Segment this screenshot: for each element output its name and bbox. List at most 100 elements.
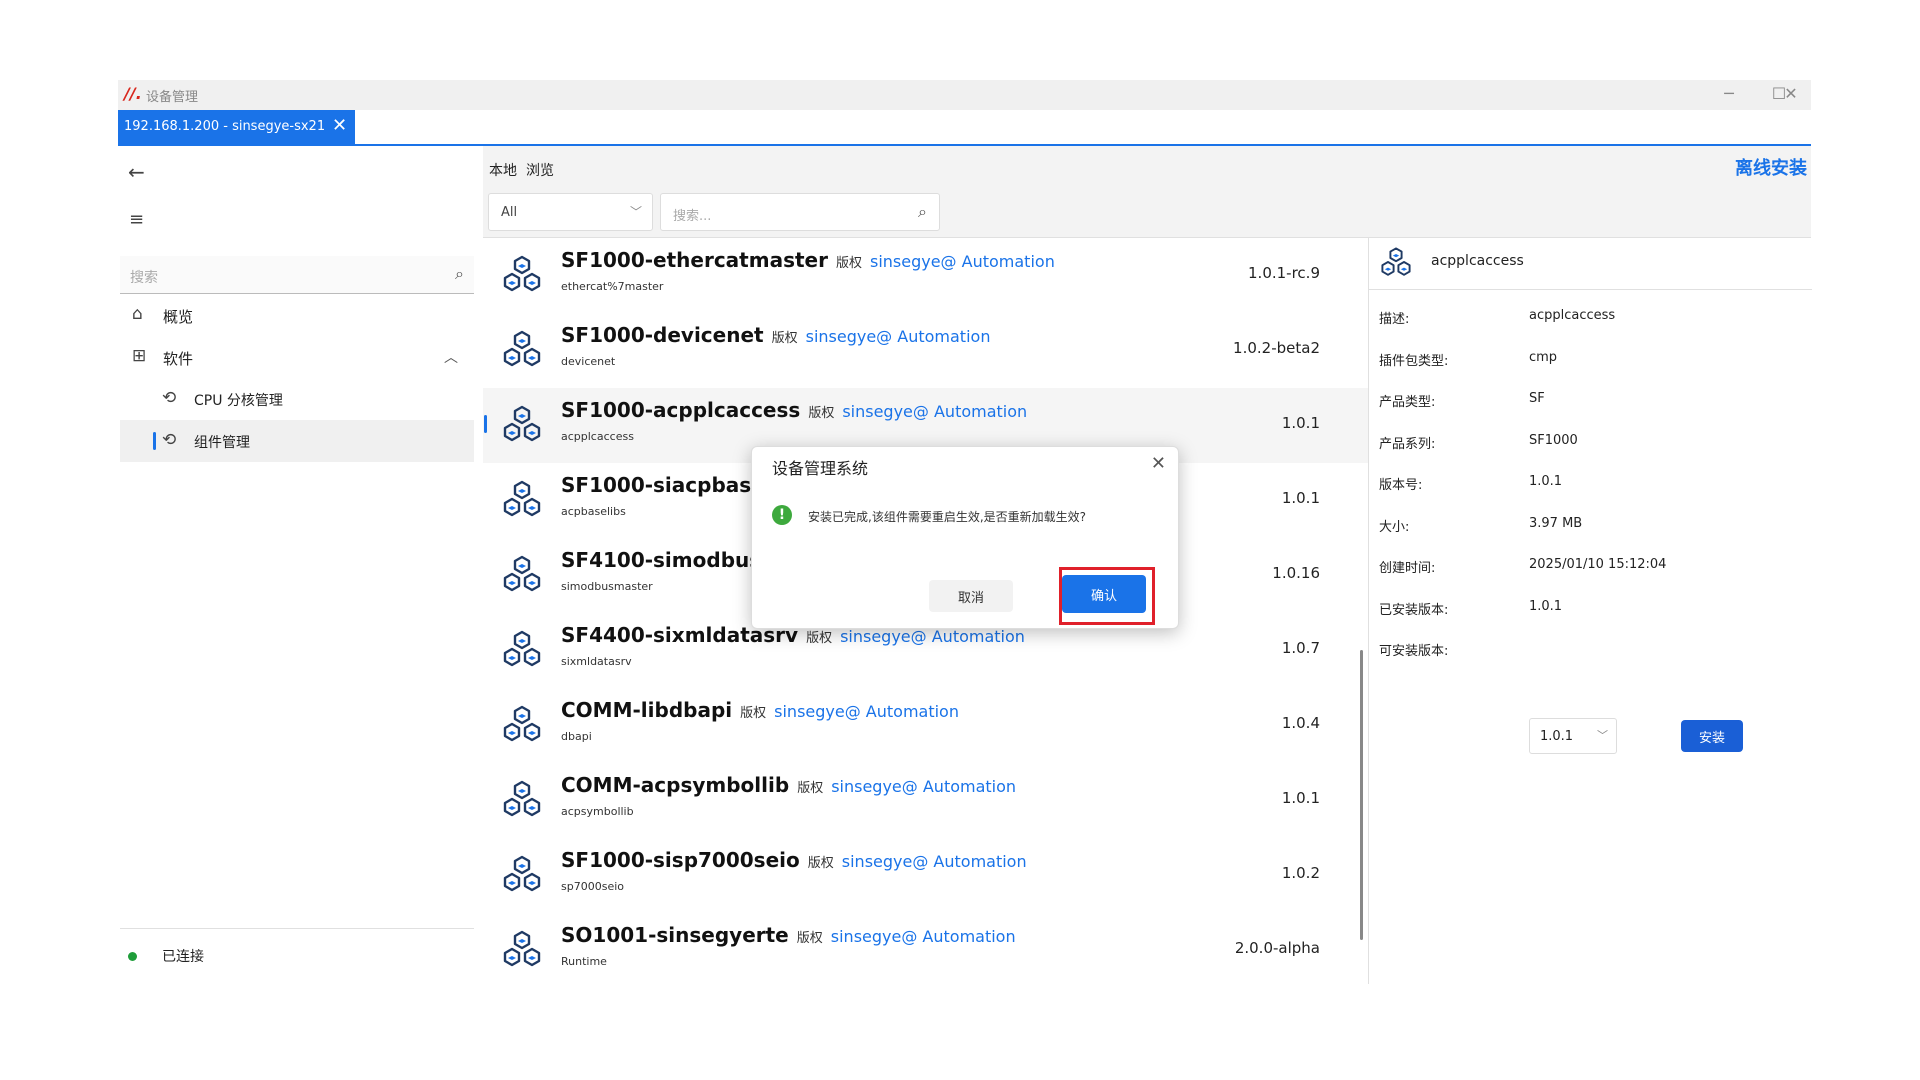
package-search-input[interactable]: 搜索... ⌕ (660, 193, 940, 231)
license-label: 版权 (806, 631, 833, 646)
license-label: 版权 (835, 256, 862, 271)
back-arrow-icon[interactable]: ← (128, 160, 145, 184)
license-label: 版权 (740, 706, 767, 721)
detail-field-key: 创建时间: (1379, 561, 1436, 576)
package-name-text: COMM-libdbapi (561, 698, 733, 722)
package-name-text: SO1001-sinsegyerte (561, 923, 789, 947)
brand-logo-icon: //. (124, 84, 142, 103)
detail-field-value: 1.0.1 (1529, 474, 1563, 489)
detail-panel: acpplcaccess 描述: acpplcaccess 插件包类型: cmp 产品类… (1368, 238, 1812, 984)
tab-browse[interactable]: 浏览 (526, 160, 554, 180)
hamburger-menu-icon[interactable]: ≡ (129, 209, 144, 230)
detail-field: 产品类型: SF (1379, 391, 1799, 415)
package-subtitle: acpplcaccess (561, 430, 634, 443)
search-icon[interactable]: ⌕ (455, 264, 464, 284)
minimize-icon[interactable]: ─ (1719, 84, 1739, 103)
detail-field-value: 1.0.1 (1529, 598, 1563, 614)
vendor-link[interactable]: sinsegye@ Automation (831, 777, 1016, 796)
vendor-link[interactable]: sinsegye@ Automation (870, 252, 1055, 271)
tab-local[interactable]: 本地 (489, 160, 517, 180)
sidebar-item-label: 组件管理 (194, 435, 250, 451)
package-icon (503, 705, 541, 742)
package-name: COMM-libdbapi 版权 sinsegye@ Automation (561, 698, 959, 722)
detail-field-value: cmp (1529, 349, 1558, 365)
detail-field-key: 已安装版本: (1379, 602, 1449, 618)
sidebar: ← ≡ 搜索 ⌕ ⌂ 概览 ⊞ 软件 ︿ ⟲ CPU 分核管理 ⟲ 组件管理 已… (118, 146, 476, 984)
detail-field: 描述: acpplcaccess (1379, 308, 1799, 332)
offline-install-link[interactable]: 离线安装 (1735, 154, 1807, 180)
detail-field: 已安装版本: 1.0.1 (1379, 599, 1799, 623)
component-icon: ⟲ (162, 430, 177, 450)
sidebar-item-label: 软件 (163, 350, 194, 368)
sidebar-search-placeholder: 搜索 (130, 270, 158, 286)
package-row[interactable]: SF1000-devicenet 版权 sinsegye@ Automation de… (483, 313, 1373, 388)
detail-field-key: 描述: (1379, 312, 1410, 327)
close-icon[interactable]: ✕ (1151, 453, 1166, 474)
sidebar-item-cpu-core[interactable]: ⟲ CPU 分核管理 (120, 378, 474, 420)
package-subtitle: Runtime (561, 955, 607, 968)
detail-field: 大小: 3.97 MB (1379, 516, 1799, 540)
detail-title: acpplcaccess (1431, 253, 1524, 269)
detail-field-key: 版本号: (1379, 478, 1423, 493)
package-version: 1.0.1-rc.9 (1248, 264, 1320, 282)
confirm-button[interactable]: 确认 (1062, 575, 1146, 613)
dialog-message: 安装已完成,该组件需要重启生效,是否重新加载生效? (808, 510, 1087, 524)
device-tab[interactable]: 192.168.1.200 - sinsegye-sx21 ✕ (118, 110, 355, 144)
package-row[interactable]: SO1001-sinsegyerte 版权 sinsegye@ Automation… (483, 913, 1373, 984)
search-icon[interactable]: ⌕ (918, 202, 927, 222)
sidebar-search-input[interactable]: 搜索 ⌕ (120, 256, 474, 294)
package-icon (503, 630, 541, 667)
package-name: SF1000-devicenet 版权 sinsegye@ Automation (561, 323, 990, 347)
category-select[interactable]: All ﹀ (488, 193, 653, 231)
main-header: 本地 浏览 离线安装 (483, 146, 1811, 188)
license-label: 版权 (797, 781, 824, 796)
chevron-up-icon[interactable]: ︿ (444, 347, 458, 367)
detail-field-key: 大小: (1379, 519, 1410, 535)
package-row[interactable]: SF1000-sisp7000seio 版权 sinsegye@ Automatio… (483, 838, 1373, 913)
installable-version-value: 1.0.1 (1540, 729, 1574, 744)
license-label: 版权 (807, 856, 834, 871)
vendor-link[interactable]: sinsegye@ Automation (842, 852, 1027, 871)
package-version: 1.0.1 (1281, 789, 1320, 807)
close-icon[interactable]: ✕ (332, 115, 347, 136)
package-row[interactable]: COMM-libdbapi 版权 sinsegye@ Automation dbapi… (483, 688, 1373, 763)
package-name-text: SF1000-devicenet (561, 323, 764, 347)
sidebar-item-software[interactable]: ⊞ 软件 ︿ (120, 336, 474, 378)
package-subtitle: sp7000seio (561, 880, 624, 893)
package-icon (503, 480, 541, 517)
vendor-link[interactable]: sinsegye@ Automation (806, 327, 991, 346)
sidebar-item-overview[interactable]: ⌂ 概览 (120, 294, 474, 336)
close-window-icon[interactable]: ✕ (1781, 84, 1801, 103)
installable-version-select[interactable]: 1.0.1 ﹀ (1529, 718, 1617, 754)
cancel-button[interactable]: 取消 (929, 580, 1013, 612)
vendor-link[interactable]: sinsegye@ Automation (774, 702, 959, 721)
package-name-text: SF1000-ethercatmaster (561, 248, 828, 272)
filter-row: All ﹀ 搜索... ⌕ (483, 188, 1811, 238)
install-button[interactable]: 安装 (1681, 720, 1743, 752)
package-subtitle: acpbaselibs (561, 505, 626, 518)
vendor-link[interactable]: sinsegye@ Automation (842, 402, 1027, 421)
vendor-link[interactable]: sinsegye@ Automation (840, 627, 1025, 646)
package-row[interactable]: SF1000-ethercatmaster 版权 sinsegye@ Automat… (483, 238, 1373, 313)
package-icon (1381, 247, 1411, 276)
package-version: 1.0.16 (1272, 564, 1320, 582)
confirm-dialog: 设备管理系统 ✕ ! 安装已完成,该组件需要重启生效,是否重新加载生效? 取消 … (751, 446, 1179, 629)
package-search-placeholder: 搜索... (673, 209, 712, 224)
package-version: 1.0.1 (1281, 489, 1320, 507)
status-label: 已连接 (162, 949, 204, 965)
dialog-title: 设备管理系统 (772, 459, 869, 478)
package-row[interactable]: COMM-acpsymbollib 版权 sinsegye@ Automation a… (483, 763, 1373, 838)
package-icon (503, 555, 541, 592)
package-version: 1.0.2 (1281, 864, 1320, 882)
list-scrollbar[interactable] (1360, 650, 1363, 940)
vendor-link[interactable]: sinsegye@ Automation (831, 927, 1016, 946)
detail-field-value: SF (1529, 391, 1545, 406)
package-version: 1.0.2-beta2 (1233, 339, 1320, 357)
detail-field: 创建时间: 2025/01/10 15:12:04 (1379, 557, 1799, 581)
package-name-text: SF1000-acpplcaccess (561, 398, 801, 422)
sidebar-item-component[interactable]: ⟲ 组件管理 (120, 420, 474, 462)
detail-field: 可安装版本: (1379, 640, 1799, 664)
package-name: SF1000-sisp7000seio 版权 sinsegye@ Automatio… (561, 848, 1027, 872)
package-name: SF1000-acpplcaccess 版权 sinsegye@ Automatio… (561, 398, 1027, 422)
package-version: 2.0.0-alpha (1234, 939, 1320, 957)
